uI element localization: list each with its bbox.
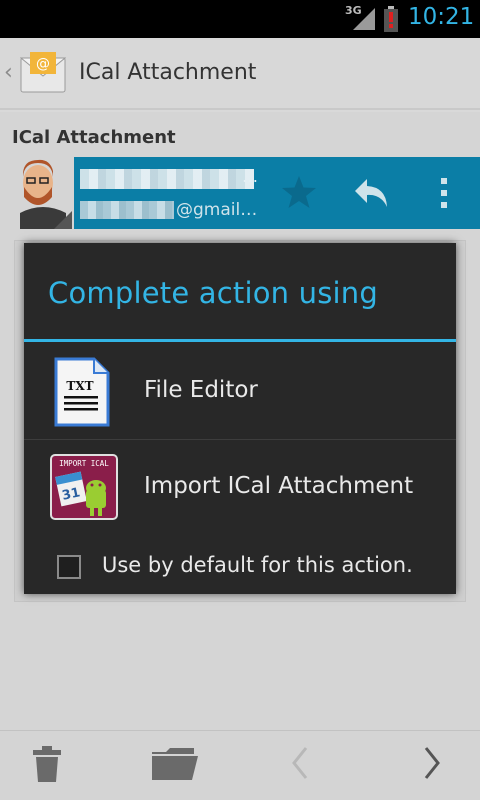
sender-name-ellipsis: …	[242, 167, 258, 186]
avatar[interactable]	[14, 157, 72, 229]
next-icon[interactable]	[422, 746, 442, 780]
option-import-ical[interactable]: IMPORT ICAL 31 Import ICal Attachment	[24, 440, 456, 536]
reply-icon[interactable]	[353, 177, 389, 209]
option-label: Import ICal Attachment	[144, 473, 414, 499]
dialog-divider	[24, 339, 456, 342]
use-default-checkbox[interactable]	[57, 555, 81, 579]
sender-header[interactable]: … @gmail…	[74, 157, 480, 229]
use-default-label: Use by default for this action.	[102, 553, 413, 577]
import-ical-icon-label: IMPORT ICAL	[59, 459, 109, 468]
signal-icon	[353, 8, 375, 30]
option-file-editor[interactable]: TXT File Editor	[24, 343, 456, 439]
use-default-row[interactable]: Use by default for this action.	[24, 545, 456, 589]
txt-icon-label: TXT	[66, 379, 93, 393]
trash-icon[interactable]	[33, 746, 61, 782]
page-title: ICal Attachment	[79, 60, 257, 85]
txt-file-icon: TXT	[54, 357, 110, 427]
bottom-action-bar	[0, 730, 480, 800]
status-bar: 3G 10:21	[0, 0, 480, 38]
dialog-title: Complete action using	[48, 276, 378, 310]
import-ical-icon: IMPORT ICAL 31	[50, 454, 118, 520]
sender-name-redacted	[80, 169, 254, 189]
svg-text:@: @	[36, 56, 50, 72]
star-icon[interactable]	[281, 175, 317, 209]
email-app-icon[interactable]: @	[20, 52, 66, 94]
prev-icon[interactable]	[290, 746, 310, 780]
up-caret-icon[interactable]: ‹	[4, 60, 13, 85]
battery-low-icon	[384, 6, 398, 32]
sender-email-redacted	[80, 201, 174, 219]
clock: 10:21	[408, 4, 475, 30]
option-label: File Editor	[144, 377, 258, 403]
message-subject: ICal Attachment	[12, 127, 176, 148]
overflow-menu-icon[interactable]	[440, 177, 448, 209]
chooser-dialog: Complete action using TXT File Editor IM…	[24, 243, 456, 594]
folder-icon[interactable]	[152, 748, 198, 780]
sender-email: @gmail…	[176, 200, 258, 220]
action-bar: ‹ @ ICal Attachment	[0, 38, 480, 110]
